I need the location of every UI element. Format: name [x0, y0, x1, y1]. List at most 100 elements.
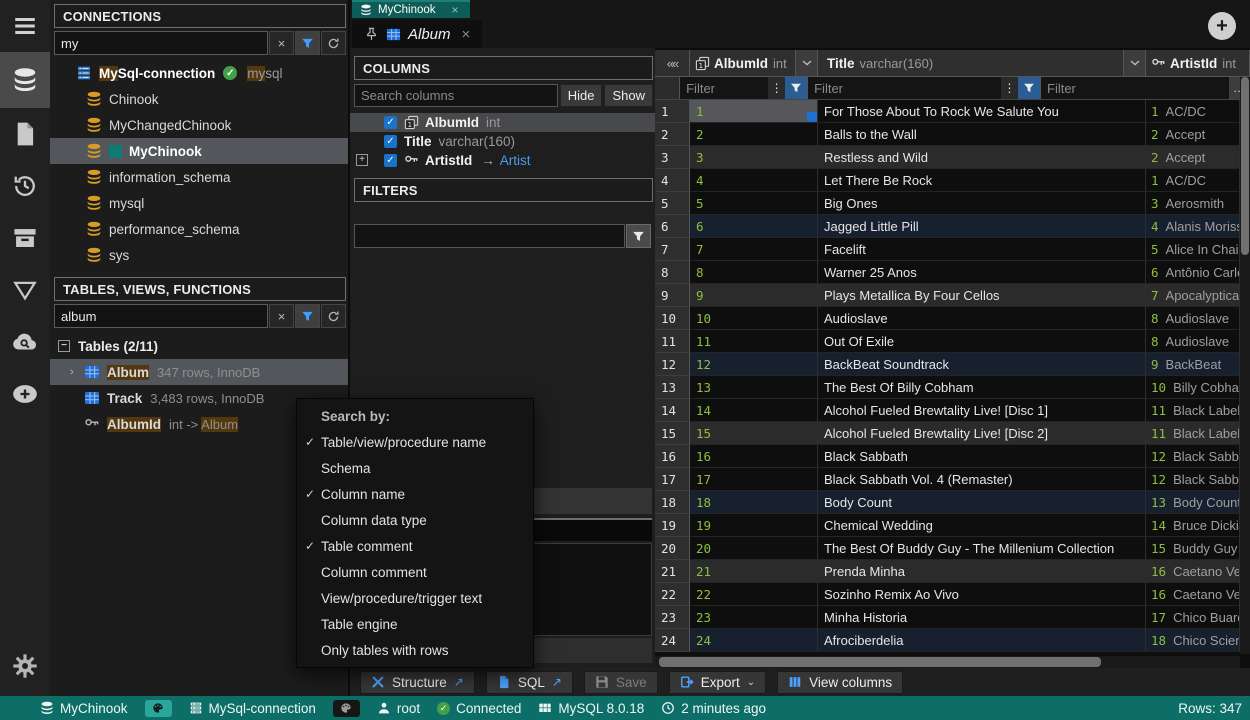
filter-input-albumid[interactable]: [680, 77, 768, 99]
row-number[interactable]: 22: [655, 583, 690, 606]
cell-albumid[interactable]: 9: [690, 284, 818, 307]
filter-funnel-button[interactable]: [785, 77, 807, 99]
cell-title[interactable]: Let There Be Rock: [818, 169, 1146, 192]
row-number[interactable]: 23: [655, 606, 690, 629]
cell-artistid[interactable]: 8Audioslave: [1146, 330, 1240, 353]
row-number[interactable]: 19: [655, 514, 690, 537]
filter-funnel-button[interactable]: [1018, 77, 1040, 99]
show-button[interactable]: Show: [604, 84, 653, 107]
cell-title[interactable]: Plays Metallica By Four Cellos: [818, 284, 1146, 307]
collapse-icon[interactable]: −: [58, 340, 70, 352]
close-icon[interactable]: ×: [462, 26, 471, 43]
column-header-artistid[interactable]: ArtistId int: [1146, 50, 1250, 76]
row-number[interactable]: 10: [655, 307, 690, 330]
table-tree-item[interactable]: ›Album347 rows, InnoDB: [50, 359, 348, 385]
column-header-albumid[interactable]: 1 AlbumId int: [690, 50, 818, 76]
cell-title[interactable]: BackBeat Soundtrack: [818, 353, 1146, 376]
cell-albumid[interactable]: 17: [690, 468, 818, 491]
cell-title[interactable]: Audioslave: [818, 307, 1146, 330]
cell-title[interactable]: Balls to the Wall: [818, 123, 1146, 146]
cell-artistid[interactable]: 11Black Label Society: [1146, 422, 1240, 445]
tables-search-input[interactable]: [54, 304, 268, 328]
filter-input-artistid[interactable]: [1041, 77, 1229, 99]
filter-value-input[interactable]: [354, 224, 625, 248]
cell-artistid[interactable]: 12Black Sabbath: [1146, 468, 1240, 491]
cell-title[interactable]: Afrociberdelia: [818, 629, 1146, 652]
cell-albumid[interactable]: 8: [690, 261, 818, 284]
row-number[interactable]: 12: [655, 353, 690, 376]
cell-title[interactable]: Facelift: [818, 238, 1146, 261]
tables-filter-button[interactable]: [295, 304, 320, 328]
column-checkbox[interactable]: ✓: [384, 116, 397, 129]
nav-query-designer[interactable]: [0, 264, 50, 316]
status-database[interactable]: MyChinook: [40, 701, 128, 716]
connection-tree-item[interactable]: MySql-connection✓mysql: [50, 60, 348, 86]
row-number[interactable]: 9: [655, 284, 690, 307]
column-menu-button[interactable]: [1123, 50, 1145, 76]
nav-add[interactable]: [0, 368, 50, 420]
cell-artistid[interactable]: 8Audioslave: [1146, 307, 1240, 330]
cell-albumid[interactable]: 16: [690, 445, 818, 468]
nav-database[interactable]: [0, 52, 50, 108]
cell-albumid[interactable]: 7: [690, 238, 818, 261]
new-tab-button[interactable]: +: [1208, 12, 1236, 40]
structure-button[interactable]: Structure ↗: [360, 671, 475, 694]
cell-albumid[interactable]: 4: [690, 169, 818, 192]
cell-albumid[interactable]: 15: [690, 422, 818, 445]
cell-title[interactable]: Black Sabbath Vol. 4 (Remaster): [818, 468, 1146, 491]
nav-files[interactable]: [0, 108, 50, 160]
cell-albumid[interactable]: 18: [690, 491, 818, 514]
nav-history[interactable]: [0, 160, 50, 212]
menu-item[interactable]: ✓Table comment: [297, 533, 533, 559]
cell-title[interactable]: Out Of Exile: [818, 330, 1146, 353]
cell-albumid[interactable]: 14: [690, 399, 818, 422]
column-checkbox[interactable]: ✓: [384, 154, 397, 167]
connection-tree-item[interactable]: MyChinook: [50, 138, 348, 164]
nav-cloud-search[interactable]: [0, 316, 50, 368]
view-columns-button[interactable]: View columns: [777, 671, 903, 694]
save-button[interactable]: Save: [584, 671, 658, 694]
cell-albumid[interactable]: 19: [690, 514, 818, 537]
row-number[interactable]: 24: [655, 629, 690, 652]
database-group-tab[interactable]: MyChinook ×: [352, 0, 470, 18]
cell-albumid[interactable]: 1: [690, 100, 818, 123]
cell-artistid[interactable]: 7Apocalyptica: [1146, 284, 1240, 307]
scrollbar-thumb[interactable]: [1241, 77, 1249, 255]
cell-title[interactable]: Minha Historia: [818, 606, 1146, 629]
cell-artistid[interactable]: 17Chico Buarque: [1146, 606, 1240, 629]
column-list-item[interactable]: ✓1AlbumIdint: [350, 113, 655, 132]
row-number[interactable]: 11: [655, 330, 690, 353]
hide-button[interactable]: Hide: [560, 84, 603, 107]
cell-title[interactable]: For Those About To Rock We Salute You: [818, 100, 1146, 123]
cell-title[interactable]: The Best Of Buddy Guy - The Millenium Co…: [818, 537, 1146, 560]
connection-tree-item[interactable]: performance_schema: [50, 216, 348, 242]
cell-title[interactable]: Restless and Wild: [818, 146, 1146, 169]
tables-clear-button[interactable]: ×: [269, 304, 294, 328]
row-number[interactable]: 2: [655, 123, 690, 146]
row-number[interactable]: 1: [655, 100, 690, 123]
expand-chevron-icon[interactable]: ›: [70, 366, 78, 378]
cell-artistid[interactable]: 12Black Sabbath: [1146, 445, 1240, 468]
nav-menu[interactable]: [0, 0, 50, 52]
cell-artistid[interactable]: 1AC/DC: [1146, 100, 1240, 123]
cell-title[interactable]: Jagged Little Pill: [818, 215, 1146, 238]
cell-artistid[interactable]: 3Aerosmith: [1146, 192, 1240, 215]
cell-title[interactable]: Warner 25 Anos: [818, 261, 1146, 284]
row-number[interactable]: 20: [655, 537, 690, 560]
column-checkbox[interactable]: ✓: [384, 135, 397, 148]
connections-refresh-button[interactable]: [321, 31, 346, 55]
nav-archive[interactable]: [0, 212, 50, 264]
cell-artistid[interactable]: 10Billy Cobham: [1146, 376, 1240, 399]
cell-albumid[interactable]: 24: [690, 629, 818, 652]
vertical-scrollbar[interactable]: [1240, 77, 1250, 654]
cell-artistid[interactable]: 6Antônio Carlos Jobim: [1146, 261, 1240, 284]
row-number[interactable]: 4: [655, 169, 690, 192]
sql-button[interactable]: SQL ↗: [486, 671, 573, 694]
connection-tree-item[interactable]: sys: [50, 242, 348, 268]
cell-artistid[interactable]: 11Black Label Society: [1146, 399, 1240, 422]
menu-item[interactable]: Only tables with rows: [297, 637, 533, 663]
cell-albumid[interactable]: 23: [690, 606, 818, 629]
row-number[interactable]: 6: [655, 215, 690, 238]
filter-apply-button[interactable]: [626, 224, 651, 248]
cell-artistid[interactable]: 14Bruce Dickinson: [1146, 514, 1240, 537]
